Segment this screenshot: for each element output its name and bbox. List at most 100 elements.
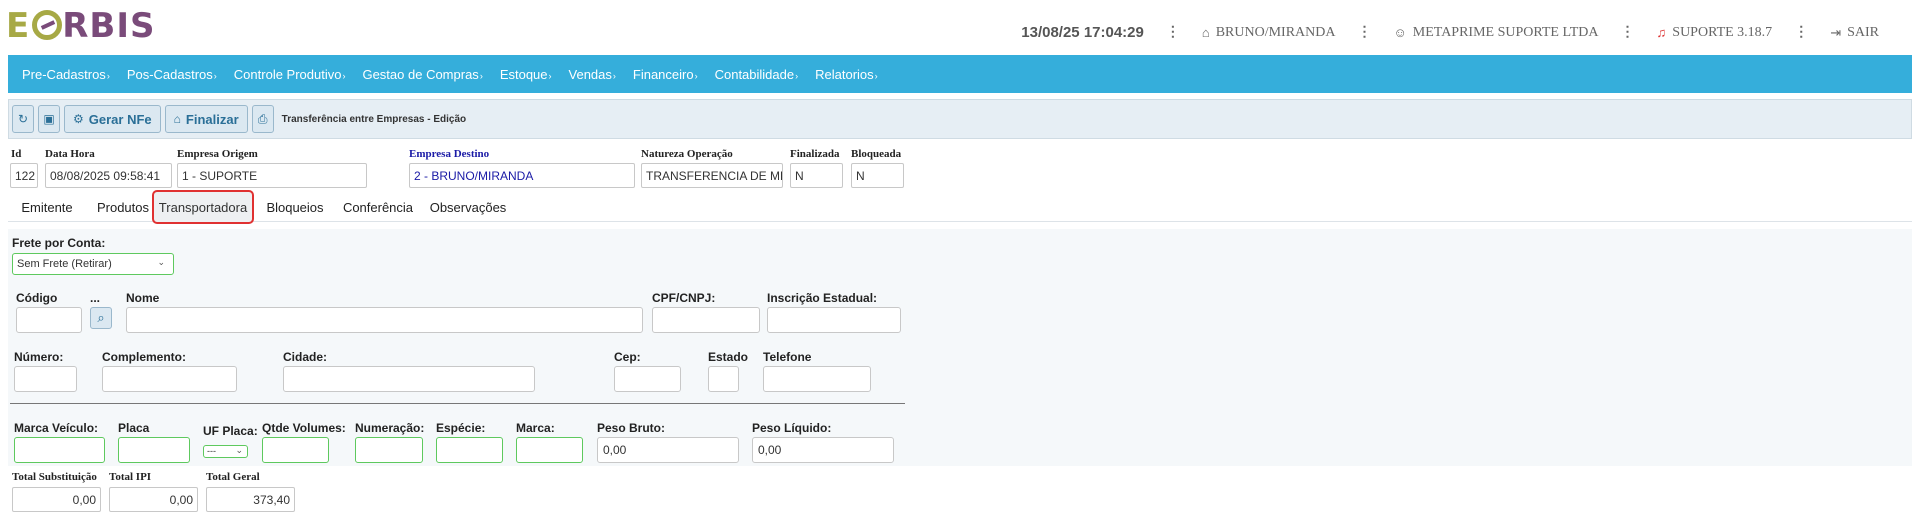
codigo-field[interactable] — [16, 307, 82, 333]
menu-item-vendas[interactable]: Vendas› — [569, 67, 616, 82]
tab-emitente[interactable]: Emitente — [12, 192, 82, 222]
estado-label: Estado — [708, 350, 749, 364]
gerar-nfe-button[interactable]: ⚙ Gerar NFe — [64, 105, 161, 133]
menu-item-pre-cadastros[interactable]: Pre-Cadastros› — [22, 67, 110, 82]
save-icon: ▣ — [43, 112, 55, 126]
marca-veiculo-label: Marca Veículo: — [14, 421, 99, 435]
exit-link[interactable]: SAIR — [1847, 25, 1879, 41]
branch-link[interactable]: BRUNO/MIRANDA — [1216, 25, 1336, 41]
finalizada-label: Finalizada — [790, 148, 840, 160]
frete-select[interactable]: Sem Frete (Retirar) ⌄ — [12, 253, 174, 275]
kebab-icon[interactable]: ⋮ — [1794, 24, 1808, 41]
logout-icon[interactable]: ⇥ — [1830, 25, 1841, 41]
cpf-label: CPF/CNPJ: — [652, 291, 716, 305]
print-button[interactable]: ⎙ — [251, 105, 274, 133]
estado-field[interactable] — [708, 366, 739, 392]
finalizada-field[interactable]: N — [790, 163, 843, 188]
divider — [10, 403, 905, 404]
eorbis-logo: E RBIS — [6, 6, 156, 46]
home-icon: ⌂ — [1201, 24, 1210, 40]
ie-field[interactable] — [767, 307, 901, 333]
telefone-field[interactable] — [763, 366, 871, 392]
datahora-field[interactable]: 08/08/2025 09:58:41 — [45, 163, 172, 188]
main-menu: Pre-Cadastros› Pos-Cadastros› Controle P… — [8, 55, 1912, 93]
ellipsis-label: ... — [90, 291, 101, 305]
qtde-volumes-field[interactable] — [262, 437, 329, 463]
menu-item-controle-produtivo[interactable]: Controle Produtivo› — [234, 67, 346, 82]
marca-field[interactable] — [516, 437, 583, 463]
natureza-field[interactable]: TRANSFERENCIA DE MERC — [641, 163, 783, 188]
save-button[interactable]: ▣ — [38, 105, 60, 133]
kebab-icon[interactable]: ⋮ — [1166, 24, 1180, 41]
tab-produtos[interactable]: Produtos — [88, 192, 158, 222]
marca-veiculo-field[interactable] — [14, 437, 105, 463]
numeracao-label: Numeração: — [355, 421, 425, 435]
bloqueada-field[interactable]: N — [851, 163, 904, 188]
marca-label: Marca: — [516, 421, 555, 435]
origem-field[interactable]: 1 - SUPORTE — [177, 163, 367, 188]
uf-placa-label: UF Placa: — [203, 424, 258, 438]
menu-item-pos-cadastros[interactable]: Pos-Cadastros› — [127, 67, 217, 82]
chevron-down-icon: ⌄ — [235, 445, 243, 455]
id-field[interactable]: 122 — [10, 163, 38, 188]
peso-bruto-field[interactable]: 0,00 — [597, 437, 739, 463]
menu-item-financeiro[interactable]: Financeiro› — [633, 67, 698, 82]
complemento-field[interactable] — [102, 366, 237, 392]
qtde-volumes-label: Qtde Volumes: — [262, 421, 346, 435]
tab-transportadora[interactable]: Transportadora — [152, 190, 254, 224]
logo-globe-icon — [32, 10, 63, 40]
peso-liquido-field[interactable]: 0,00 — [752, 437, 894, 463]
tab-bloqueios[interactable]: Bloqueios — [260, 192, 330, 222]
tab-observacoes[interactable]: Observações — [426, 192, 510, 222]
gear-icon: ⚙ — [73, 112, 84, 126]
version-link[interactable]: SUPORTE 3.18.7 — [1672, 25, 1772, 41]
menu-item-relatorios[interactable]: Relatorios› — [815, 67, 878, 82]
codigo-label: Código — [16, 291, 58, 305]
peso-bruto-label: Peso Bruto: — [597, 421, 666, 435]
especie-label: Espécie: — [436, 421, 486, 435]
nome-field[interactable] — [126, 307, 643, 333]
destino-field[interactable]: 2 - BRUNO/MIRANDA — [409, 163, 635, 188]
menu-item-gestao-compras[interactable]: Gestao de Compras› — [362, 67, 482, 82]
datetime: 13/08/25 17:04:29 — [1021, 24, 1144, 41]
search-icon: ⌕ — [97, 310, 105, 325]
cpf-field[interactable] — [652, 307, 760, 333]
total-substituicao-field[interactable]: 0,00 — [12, 487, 101, 512]
menu-item-contabilidade[interactable]: Contabilidade› — [715, 67, 799, 82]
lock-icon: ⌂ — [173, 112, 181, 126]
peso-liquido-label: Peso Líquido: — [752, 421, 832, 435]
placa-field[interactable] — [118, 437, 190, 463]
company-link[interactable]: METAPRIME SUPORTE LTDA — [1413, 25, 1599, 41]
kebab-icon[interactable]: ⋮ — [1357, 24, 1371, 41]
menu-item-estoque[interactable]: Estoque› — [500, 67, 552, 82]
printer-icon: ⎙ — [257, 111, 268, 126]
telefone-label: Telefone — [763, 350, 812, 364]
tab-conferencia[interactable]: Conferência — [338, 192, 418, 222]
cep-field[interactable] — [614, 366, 681, 392]
search-button[interactable]: ⌕ — [90, 307, 112, 329]
kebab-icon[interactable]: ⋮ — [1621, 24, 1635, 41]
datahora-label: Data Hora — [45, 148, 95, 160]
finalizar-button[interactable]: ⌂ Finalizar — [164, 105, 248, 133]
bell-icon[interactable]: ♫ — [1657, 25, 1667, 41]
top-bar: E RBIS 13/08/25 17:04:29 ⋮ ⌂ BRUNO/MIRAND… — [0, 0, 1919, 52]
tab-bar: Emitente Produtos Transportadora Bloquei… — [8, 190, 1912, 224]
id-label: Id — [11, 148, 22, 160]
uf-placa-select[interactable]: --- ⌄ — [203, 445, 248, 458]
total-geral-label: Total Geral — [206, 471, 260, 483]
total-geral-field[interactable]: 373,40 — [206, 487, 295, 512]
page-title: Transferência entre Empresas - Edição — [281, 113, 467, 125]
numero-field[interactable] — [14, 366, 77, 392]
refresh-button[interactable]: ↻ — [12, 105, 34, 133]
ie-label: Inscrição Estadual: — [767, 291, 878, 305]
total-ipi-field[interactable]: 0,00 — [109, 487, 198, 512]
numeracao-field[interactable] — [355, 437, 423, 463]
bloqueada-label: Bloqueada — [851, 148, 902, 160]
natureza-label: Natureza Operação — [641, 148, 733, 160]
cidade-field[interactable] — [283, 366, 535, 392]
toolbar: ↻ ▣ ⚙ Gerar NFe ⌂ Finalizar ⎙ Transferênci… — [8, 99, 1912, 139]
chevron-down-icon: ⌄ — [157, 257, 165, 267]
complemento-label: Complemento: — [102, 350, 186, 364]
cidade-label: Cidade: — [283, 350, 328, 364]
especie-field[interactable] — [436, 437, 503, 463]
